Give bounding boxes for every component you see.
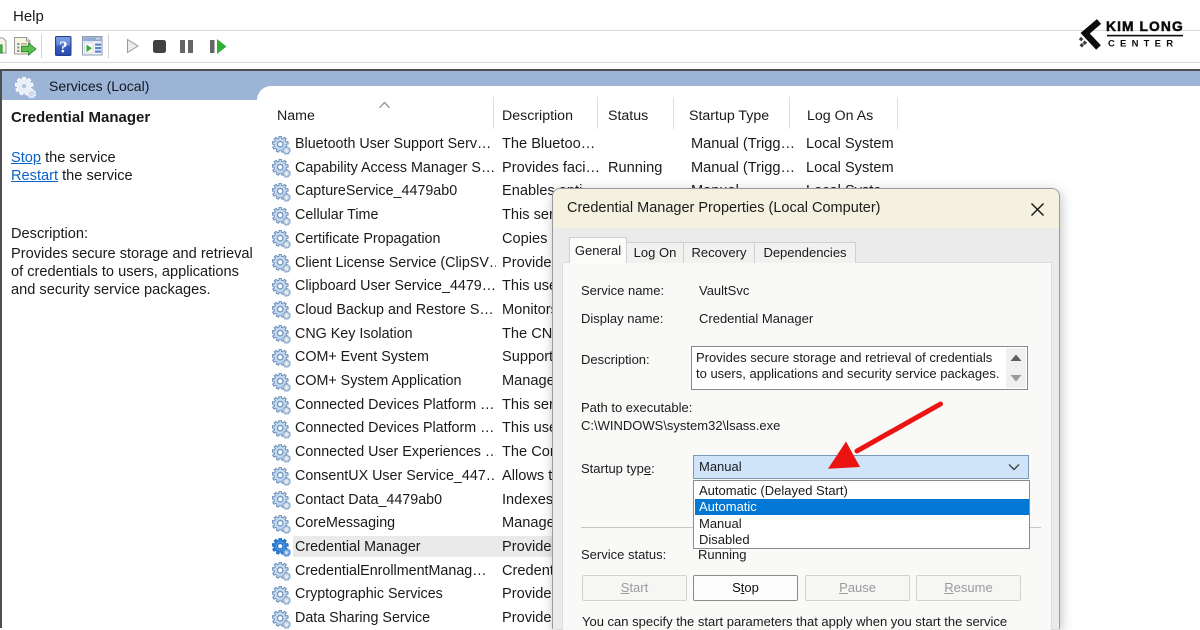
svg-text:?: ? — [59, 38, 68, 57]
svg-text:KIM LONG: KIM LONG — [1106, 19, 1184, 34]
svg-text:CENTER: CENTER — [1108, 39, 1178, 50]
